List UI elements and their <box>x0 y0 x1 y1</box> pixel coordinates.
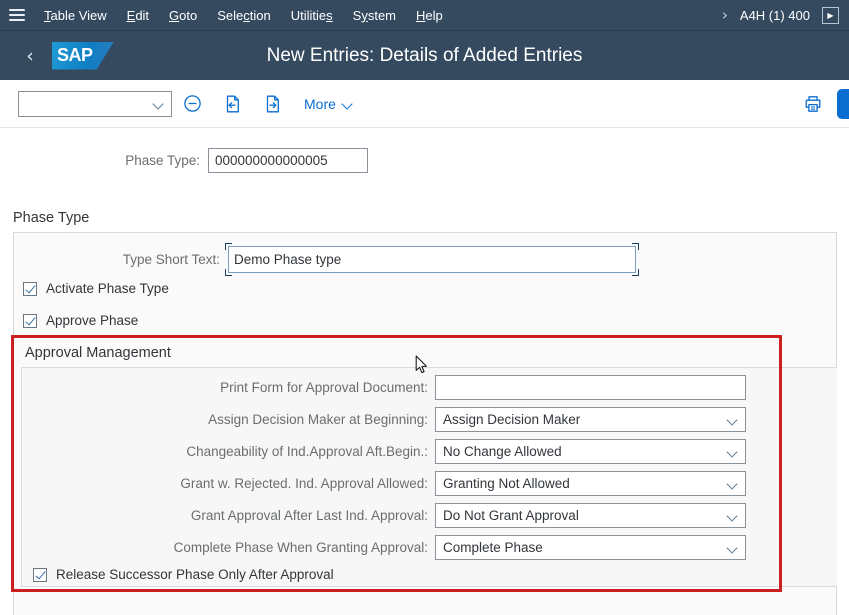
field-label: Complete Phase When Granting Approval: <box>173 539 428 555</box>
phase-type-row: Phase Type: <box>0 146 849 174</box>
checkbox-approve-phase[interactable]: Approve Phase <box>23 313 138 328</box>
field-label: Assign Decision Maker at Beginning: <box>208 411 428 427</box>
menu-item-goto[interactable]: Goto <box>159 0 207 31</box>
menu-item-table-view[interactable]: Table View <box>34 0 117 31</box>
menu-item-selection[interactable]: Selection <box>207 0 281 31</box>
short-text-row: Type Short Text: <box>0 242 849 276</box>
grant-approval-after-last-select[interactable]: Do Not Grant Approval <box>435 502 746 528</box>
checkbox-icon[interactable] <box>23 313 37 328</box>
focus-corner-icon <box>225 242 232 250</box>
focus-corner-icon <box>225 268 232 276</box>
menu-item-system[interactable]: System <box>343 0 406 31</box>
next-entry-icon[interactable] <box>252 87 292 121</box>
chevron-down-icon <box>727 448 738 455</box>
menu-item-edit[interactable]: Edit <box>117 0 159 31</box>
approval-management-title: Approval Management <box>25 345 171 361</box>
action-toolbar: More <box>0 80 849 128</box>
shell-bar: New Entries: Details of Added Entries ‹ … <box>0 31 849 80</box>
checkbox-icon[interactable] <box>23 281 37 296</box>
toolbar-dropdown[interactable] <box>18 90 172 117</box>
previous-entry-icon[interactable] <box>212 87 252 121</box>
hamburger-icon[interactable] <box>0 0 34 31</box>
phase-type-label: Phase Type: <box>125 152 200 168</box>
more-button[interactable]: More <box>304 96 353 112</box>
menu-bar: Table View Edit Goto Selection Utilities… <box>0 0 849 31</box>
session-overflow-button[interactable]: ▶ <box>822 6 839 24</box>
toolbar-right-group <box>793 87 849 121</box>
phase-type-input[interactable] <box>208 147 368 173</box>
sap-logo[interactable]: SAP <box>52 41 114 70</box>
changeability-select[interactable]: No Change Allowed <box>435 438 746 464</box>
chevron-down-icon <box>153 100 164 107</box>
field-label: Grant w. Rejected. Ind. Approval Allowed… <box>180 475 428 491</box>
select-value: Assign Decision Maker <box>443 411 581 427</box>
grant-with-rejected-select[interactable]: Granting Not Allowed <box>435 470 746 496</box>
chevron-down-icon <box>727 544 738 551</box>
short-text-label: Type Short Text: <box>122 251 220 267</box>
checkbox-activate-phase-type[interactable]: Activate Phase Type <box>23 281 169 296</box>
menu-item-utilities[interactable]: Utilities <box>281 0 343 31</box>
system-id-label: A4H (1) 400 <box>739 7 810 23</box>
back-icon[interactable]: ‹ <box>12 31 48 80</box>
menu-item-help[interactable]: Help <box>406 0 453 31</box>
form-row: Grant w. Rejected. Ind. Approval Allowed… <box>0 470 849 496</box>
chevron-down-icon <box>342 100 353 107</box>
form-row: Print Form for Approval Document: <box>0 374 849 400</box>
form-row: Grant Approval After Last Ind. Approval:… <box>0 502 849 528</box>
select-value: No Change Allowed <box>443 443 562 459</box>
chevron-down-icon <box>727 512 738 519</box>
delete-row-icon[interactable] <box>172 87 212 121</box>
sap-logo-text: SAP <box>57 44 93 65</box>
print-form-input[interactable] <box>435 374 746 400</box>
form-row: Changeability of Ind.Approval Aft.Begin.… <box>0 438 849 464</box>
complete-phase-select[interactable]: Complete Phase <box>435 534 746 560</box>
page-title: New Entries: Details of Added Entries <box>266 45 583 66</box>
checkbox-label: Activate Phase Type <box>46 281 169 296</box>
checkbox-label: Approve Phase <box>46 313 139 328</box>
field-label: Grant Approval After Last Ind. Approval: <box>190 507 428 523</box>
short-text-field-wrapper <box>225 242 639 276</box>
chevron-down-icon <box>727 416 738 423</box>
menu-items: Table View Edit Goto Selection Utilities… <box>34 0 453 31</box>
field-label: Changeability of Ind.Approval Aft.Begin.… <box>186 443 428 459</box>
checkbox-label: Release Successor Phase Only After Appro… <box>56 567 334 582</box>
chevron-down-icon <box>727 480 738 487</box>
select-value: Complete Phase <box>443 539 543 555</box>
focus-corner-icon <box>632 242 639 250</box>
menu-bar-right: › A4H (1) 400 ▶ <box>710 6 849 24</box>
side-panel-toggle[interactable] <box>837 88 849 119</box>
menu-overflow-chevron-icon[interactable]: › <box>710 6 740 24</box>
select-value: Granting Not Allowed <box>443 475 570 491</box>
checkbox-release-successor-phase[interactable]: Release Successor Phase Only After Appro… <box>33 567 334 582</box>
short-text-input[interactable] <box>228 245 636 273</box>
focus-corner-icon <box>632 268 639 276</box>
select-value: Do Not Grant Approval <box>443 507 579 523</box>
form-row: Complete Phase When Granting Approval: C… <box>0 534 849 560</box>
form-row: Assign Decision Maker at Beginning: Assi… <box>0 406 849 432</box>
section-title-phase-type: Phase Type <box>13 210 90 226</box>
print-icon[interactable] <box>793 87 833 121</box>
field-label: Print Form for Approval Document: <box>220 379 428 395</box>
checkbox-icon[interactable] <box>33 567 47 582</box>
form-content: Phase Type: Phase Type Type Short Text: … <box>0 128 849 615</box>
sap-gui-window: Table View Edit Goto Selection Utilities… <box>0 0 849 615</box>
more-label: More <box>304 95 336 112</box>
assign-decision-maker-select[interactable]: Assign Decision Maker <box>435 406 746 432</box>
